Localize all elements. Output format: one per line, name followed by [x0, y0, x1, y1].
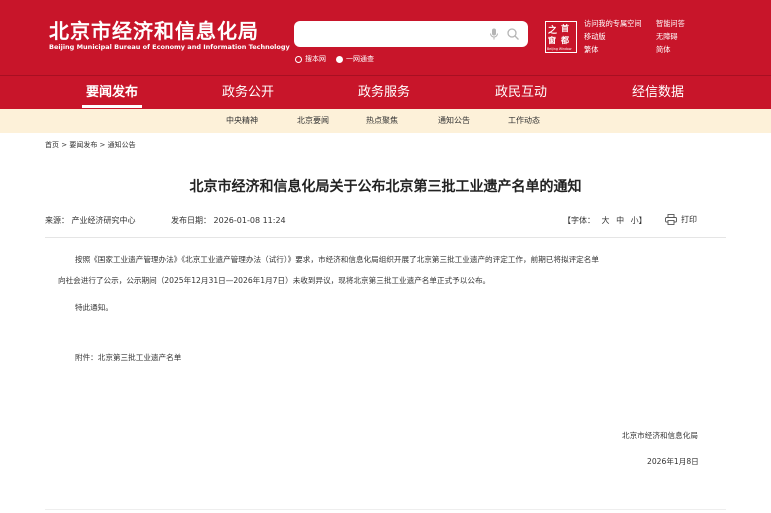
search-input[interactable] [294, 21, 528, 47]
nav-item-interaction[interactable]: 政民互动 [495, 76, 547, 110]
font-size-medium-button[interactable]: 中 [616, 216, 624, 225]
print-label: 打印 [681, 215, 697, 224]
font-size-large-button[interactable]: 大 [602, 216, 610, 225]
subnav-item-notices[interactable]: 通知公告 [438, 109, 470, 133]
article-publish-date: 发布日期： 2026-01-08 11:24 [171, 216, 286, 225]
link-accessibility[interactable]: 无障碍 [656, 32, 678, 42]
radio-checked[interactable] [336, 55, 343, 63]
nav-item-data[interactable]: 经信数据 [632, 76, 684, 110]
subnav-item-hot-topics[interactable]: 热点聚焦 [366, 109, 398, 133]
font-size-small-button[interactable]: 小】 [631, 216, 647, 225]
font-size-control: 【字体： 大 中 小】 [563, 215, 647, 226]
nav-item-public-affairs[interactable]: 政务公开 [222, 76, 274, 110]
site-logo-subtitle: Beijing Municipal Bureau of Economy and … [49, 43, 290, 51]
link-traditional[interactable]: 繁体 [584, 45, 598, 55]
print-button[interactable]: 打印 [665, 214, 697, 225]
attachment-link[interactable]: 附件：北京第三批工业遗产名单 [75, 352, 181, 363]
scope-option-site[interactable]: 搜本网 [295, 54, 326, 64]
nav-item-gov-services[interactable]: 政务服务 [358, 76, 410, 110]
scope-option-label: 一网通查 [346, 55, 374, 63]
divider [45, 509, 726, 510]
link-smart-qa[interactable]: 智能问答 [656, 19, 685, 29]
link-mobile[interactable]: 移动版 [584, 32, 606, 42]
beijing-window-badge[interactable]: 之 首 窗 都 Beijing Window [545, 21, 577, 53]
nav-active-indicator [82, 105, 142, 108]
sub-nav: 中央精神 北京要闻 热点聚焦 通知公告 工作动态 [0, 109, 771, 133]
site-header: 北京市经济和信息化局 Beijing Municipal Bureau of E… [0, 0, 771, 75]
link-personal-space[interactable]: 访问我的专属空间 [584, 19, 642, 29]
divider [45, 237, 726, 238]
sign-date: 2026年1月8日 [647, 457, 699, 466]
signature: 北京市经济和信息化局 [622, 431, 698, 440]
article-source: 来源： 产业经济研究中心 [45, 216, 136, 225]
font-size-label: 【字体： [563, 216, 595, 225]
site-logo-title[interactable]: 北京市经济和信息化局 [49, 15, 259, 44]
subnav-item-work-updates[interactable]: 工作动态 [508, 109, 540, 133]
body-paragraph-line: 向社会进行了公示，公示期间（2025年12月31日—2026年1月7日）未收到异… [58, 276, 491, 285]
scope-option-label: 搜本网 [305, 55, 326, 63]
mic-icon[interactable] [487, 27, 501, 41]
search-icon[interactable] [506, 27, 520, 41]
link-simplified[interactable]: 简体 [656, 45, 670, 55]
body-paragraph-line: 按照《国家工业遗产管理办法》《北京工业遗产管理办法（试行）》要求，市经济和信息化… [75, 255, 599, 264]
main-nav: 要闻发布 政务公开 政务服务 政民互动 经信数据 [0, 75, 771, 109]
scope-option-all[interactable]: 一网通查 [336, 54, 374, 64]
radio-unchecked[interactable] [295, 55, 302, 63]
subnav-item-beijing-news[interactable]: 北京要闻 [297, 109, 329, 133]
special-notice: 特此通知。 [75, 303, 113, 312]
printer-icon [665, 214, 677, 225]
subnav-item-central[interactable]: 中央精神 [226, 109, 258, 133]
page-title: 北京市经济和信息化局关于公布北京第三批工业遗产名单的通知 [189, 179, 582, 195]
search-scope: 搜本网 一网通查 [295, 53, 384, 65]
breadcrumb[interactable]: 首页 > 要闻发布 > 通知公告 [45, 140, 136, 150]
